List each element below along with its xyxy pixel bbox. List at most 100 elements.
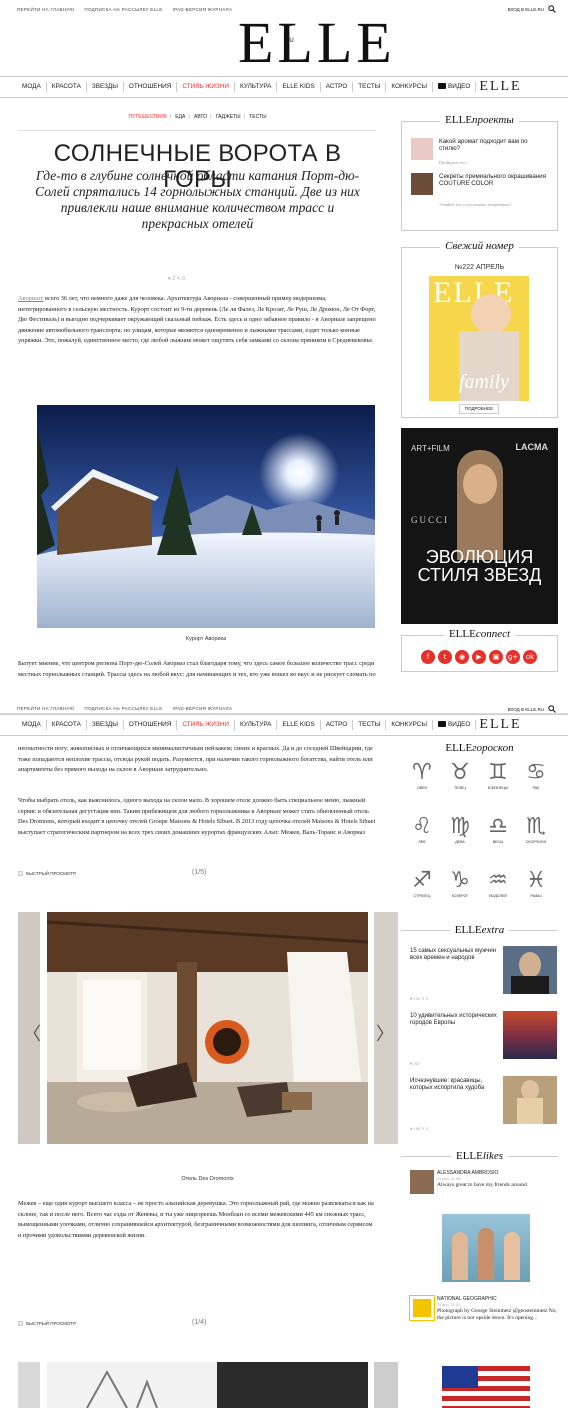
issue-number: №222 АПРЕЛЬ	[454, 264, 505, 271]
gallery-prev-arrow[interactable]: 〈	[23, 1020, 41, 1046]
nav-item-culture[interactable]: Культура	[235, 720, 278, 730]
twitter-icon[interactable]: t	[438, 650, 452, 664]
zodiac-leo[interactable]: ♌ Лев	[405, 814, 439, 844]
login-link[interactable]: Вход в ELLE.RU	[508, 7, 544, 12]
login-link[interactable]: Вход в ELLE.RU	[508, 707, 544, 712]
gallery-next-preview	[374, 1362, 398, 1408]
nav-item-kids[interactable]: Elle Kids	[277, 82, 321, 92]
zodiac-pisces[interactable]: ♓ Рыбы	[519, 868, 553, 898]
zodiac-taurus[interactable]: ♉ Телец	[443, 760, 477, 790]
gallery-next-arrow[interactable]: 〉	[376, 1020, 394, 1046]
zodiac-aquarius[interactable]: ♒ Водолей	[481, 868, 515, 898]
search-icon[interactable]	[548, 5, 556, 13]
article-paragraph: Межев – еще один курорт высшего класса –…	[18, 1200, 374, 1239]
photo-avoriaz	[37, 405, 375, 628]
article-likes: ♥ 2 ✎ 0	[168, 276, 185, 282]
nav-item-tests[interactable]: Тесты	[353, 720, 387, 730]
elle-logo[interactable]: ELLE RU	[238, 14, 396, 72]
project-item[interactable]: Какой аромат подходит вам по стилю? Прой…	[411, 138, 551, 168]
search-icon[interactable]	[548, 705, 556, 713]
top-link-home[interactable]: Перейти на главную	[17, 7, 74, 12]
zodiac-sagittarius[interactable]: ♐ Стрелец	[405, 868, 439, 898]
top-link-ipad[interactable]: iPad-версия журнала	[173, 706, 233, 711]
instagram-icon[interactable]: ◉	[455, 650, 469, 664]
nav-item-video[interactable]: Видео	[433, 82, 477, 92]
odnoklassniki-icon[interactable]: ok	[523, 650, 537, 664]
youtube-icon[interactable]: ▶	[472, 650, 486, 664]
nav-item-lifestyle[interactable]: Стиль жизни	[177, 82, 235, 92]
nav-item-contests[interactable]: Конкурсы	[386, 720, 433, 730]
widget-title: ELLElikes	[401, 1150, 558, 1162]
elle-decoration-logo[interactable]: ELLE	[479, 80, 521, 94]
photo-caption: Курорт Авориаз	[185, 636, 227, 642]
nav-item-contests[interactable]: Конкурсы	[386, 82, 433, 92]
extra-item[interactable]: 15 самых сексуальных мужчин всех времен …	[410, 946, 560, 1006]
nav-item-beauty[interactable]: Красота	[47, 82, 87, 92]
likes-post[interactable]: National Geographic 24 апр. 21:02 Photog…	[409, 1295, 560, 1408]
nav-item-fashion[interactable]: Мода	[17, 82, 47, 92]
quick-view-button[interactable]: Быстрый просмотр	[18, 871, 76, 876]
widget-title-em: гороскоп	[472, 742, 514, 754]
extra-item[interactable]: Исчезнувшие: красавицы, которых испортил…	[410, 1076, 560, 1136]
nav-item-fashion[interactable]: Мода	[17, 720, 47, 730]
nav-item-relations[interactable]: Отношения	[124, 82, 178, 92]
gallery-photo-dromonts[interactable]	[47, 912, 368, 1144]
project-item[interactable]: Секреты премиального окрашивания COUTURE…	[411, 173, 551, 207]
widget-elle-horoscope: ELLEгороскоп ♈ Овен ♉ Телец ♊ Близнецы ♋ Рак…	[401, 742, 558, 916]
subnav-travel[interactable]: Путешествия	[128, 114, 166, 120]
top-link-ipad[interactable]: iPad-версия журнала	[173, 7, 233, 12]
leo-icon: ♌	[412, 814, 432, 839]
nav-item-video[interactable]: Видео	[433, 720, 477, 730]
zodiac-label: Водолей	[489, 894, 507, 898]
facebook-icon[interactable]: f	[421, 650, 435, 664]
subnav-food[interactable]: Еда	[175, 114, 185, 120]
subnav-gadgets[interactable]: Гаджеты	[216, 114, 241, 120]
top-link-subscribe[interactable]: Подписка на рассылку ELLE	[84, 706, 162, 711]
extra-item-image	[503, 1011, 557, 1059]
googleplus-icon[interactable]: g+	[506, 650, 520, 664]
zodiac-gemini[interactable]: ♊ Близнецы	[481, 760, 515, 790]
nav-item-beauty[interactable]: Красота	[47, 720, 87, 730]
widget-title-brand: ELLE	[455, 1150, 483, 1162]
nav-item-lifestyle[interactable]: Стиль жизни	[177, 720, 235, 730]
nav-item-tests[interactable]: Тесты	[353, 82, 387, 92]
nav-item-stars[interactable]: Звезды	[87, 82, 124, 92]
zodiac-capricorn[interactable]: ♑ Козерог	[443, 868, 477, 898]
widget-elle-extra-title: ELLEextra	[401, 924, 558, 936]
nav-item-astro[interactable]: Астро	[321, 82, 354, 92]
zodiac-virgo[interactable]: ♍ Дева	[443, 814, 477, 844]
subnav-auto[interactable]: Авто	[194, 114, 207, 120]
issue-cover[interactable]: ELLE family	[429, 276, 529, 401]
extra-item-title: 15 самых сексуальных мужчин всех времен …	[410, 948, 496, 961]
divider	[18, 130, 376, 131]
project-title: Какой аромат подходит вам по стилю?	[439, 138, 528, 152]
top-link-subscribe[interactable]: Подписка на рассылку ELLE	[84, 7, 162, 12]
likes-post[interactable]: Alessandra Ambrosio 24 апр. 21:08 Always…	[410, 1170, 560, 1290]
zodiac-aries[interactable]: ♈ Овен	[405, 760, 439, 790]
top-link-home[interactable]: Перейти на главную	[17, 706, 74, 711]
issue-more-button[interactable]: Подробнее	[459, 404, 499, 414]
widget-elle-connect: ELLEconnect f t ◉ ▶ ▣ g+ ok	[401, 628, 558, 674]
project-subtitle: Пройдите тест	[439, 160, 467, 165]
ad-brand: ART+FILM	[411, 444, 450, 453]
extra-item[interactable]: 10 удивительных исторических городов Евр…	[410, 1011, 560, 1071]
zodiac-libra[interactable]: ♎ Весы	[481, 814, 515, 844]
gallery-caption: Отель Des Dromonts	[181, 1176, 234, 1182]
quick-view-button[interactable]: Быстрый просмотр	[18, 1321, 76, 1326]
ad-banner[interactable]: ART+FILM LACMA GUCCI ЭВОЛЮЦИЯ СТИЛЯ ЗВЕЗ…	[401, 428, 558, 624]
likes-text: Always great to have my friends around	[437, 1182, 527, 1188]
nav-item-stars[interactable]: Звезды	[87, 720, 124, 730]
zodiac-cancer[interactable]: ♋ Рак	[519, 760, 553, 790]
nav-item-kids[interactable]: Elle Kids	[277, 720, 321, 730]
nav-item-culture[interactable]: Культура	[235, 82, 278, 92]
project-subtitle: Узнайте все о последних тенденциях!	[439, 202, 512, 207]
subnav-tests[interactable]: Тесты	[249, 114, 266, 120]
gallery-photo-megeve[interactable]	[47, 1362, 368, 1408]
nav-item-astro[interactable]: Астро	[321, 720, 354, 730]
elle-decoration-logo[interactable]: ELLE	[479, 718, 521, 732]
vk-icon[interactable]: ▣	[489, 650, 503, 664]
link-avoriaz[interactable]: Авориазу	[18, 295, 43, 302]
nav-item-relations[interactable]: Отношения	[124, 720, 178, 730]
ad-face	[463, 464, 497, 504]
zodiac-scorpio[interactable]: ♏ Скорпион	[519, 814, 553, 844]
